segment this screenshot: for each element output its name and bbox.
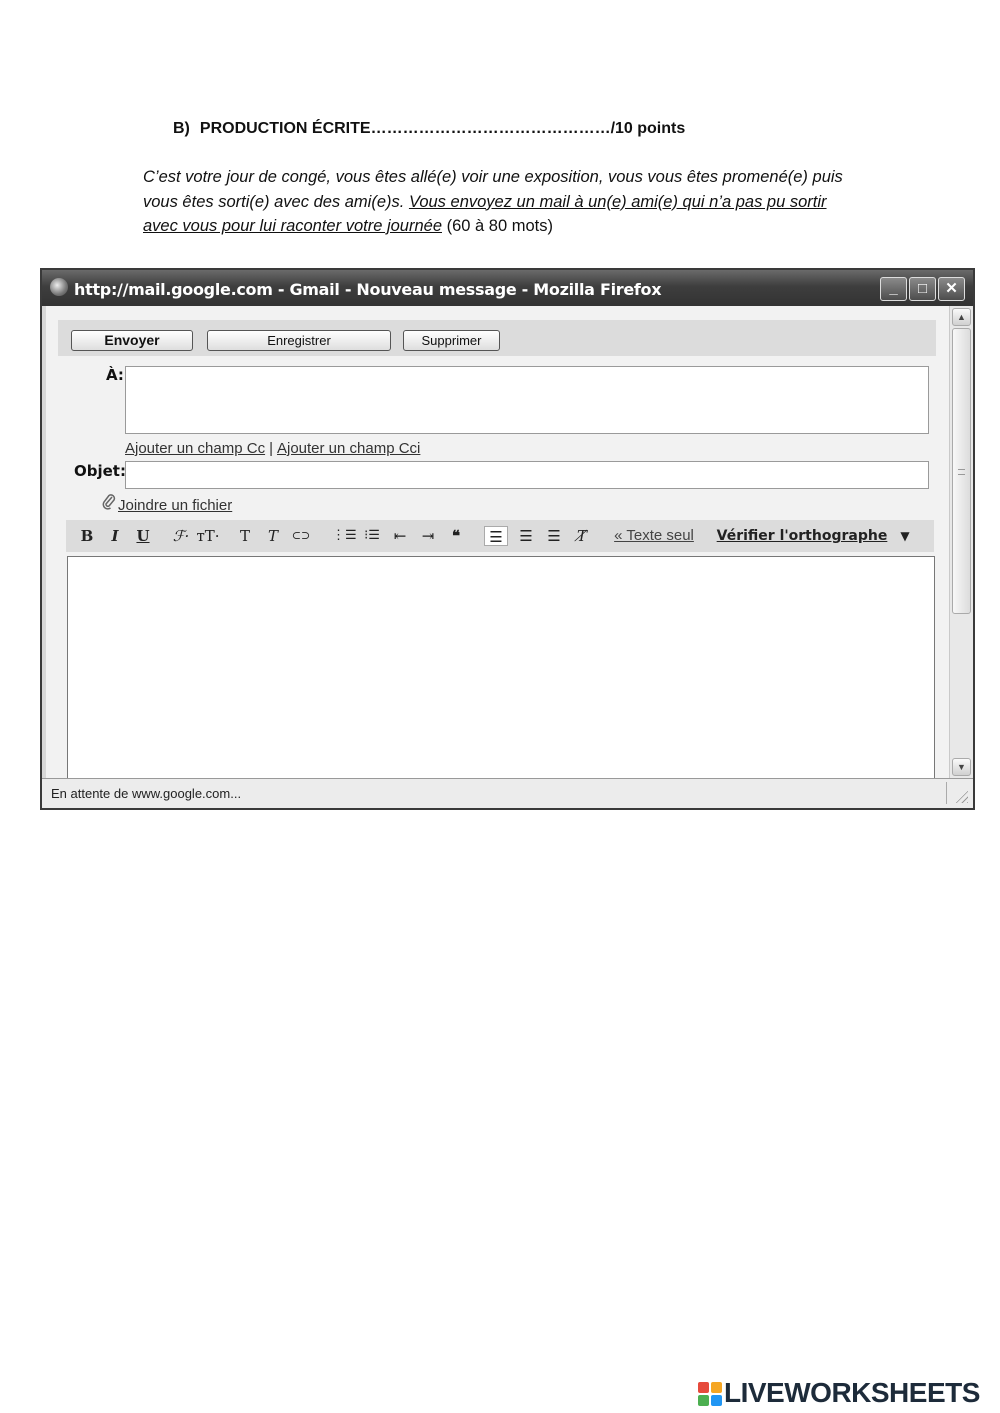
action-bar: Envoyer Enregistrer Supprimer	[58, 320, 936, 356]
minimize-button[interactable]: _	[880, 277, 907, 301]
formatting-toolbar: B I U ℱ· тT· T T ⊂⊃ ⋮☰ ⁝☰ ⇤ ⇥ ❝ ☰ ☰ ☰ T̸…	[66, 520, 934, 552]
to-label: À:	[106, 366, 124, 384]
quote-icon[interactable]: ❝	[444, 526, 468, 546]
italic-icon[interactable]: I	[106, 526, 124, 546]
section-title: PRODUCTION ÉCRITE………………………………………/10 poin…	[199, 120, 686, 137]
outdent-icon[interactable]: ⇤	[388, 526, 412, 546]
section-number: B)	[173, 120, 190, 137]
underline-icon[interactable]: U	[134, 526, 152, 546]
numbered-list-icon[interactable]: ⋮☰	[332, 526, 357, 546]
attach-file-link[interactable]: Joindre un fichier	[118, 497, 232, 514]
subject-field[interactable]	[125, 461, 929, 489]
align-left-icon[interactable]: ☰	[484, 526, 508, 546]
paperclip-icon	[102, 494, 116, 515]
spell-check-link[interactable]: Vérifier l'orthographe	[712, 526, 892, 546]
grip-icon	[958, 469, 965, 475]
bold-icon[interactable]: B	[78, 526, 96, 546]
attach-row: Joindre un fichier	[102, 494, 232, 515]
message-body[interactable]	[67, 556, 935, 778]
prompt-word-count: (60 à 80 mots)	[442, 217, 553, 235]
save-draft-button[interactable]: Enregistrer	[207, 330, 391, 351]
bullet-list-icon[interactable]: ⁝☰	[360, 526, 384, 546]
add-cc-link[interactable]: Ajouter un champ Cc	[125, 440, 265, 457]
indent-icon[interactable]: ⇥	[416, 526, 440, 546]
text-color-icon[interactable]: T	[234, 526, 256, 546]
status-divider	[946, 782, 947, 804]
logo-icon	[698, 1382, 722, 1406]
send-button[interactable]: Envoyer	[71, 330, 193, 351]
cc-separator: |	[269, 440, 273, 457]
title-bar[interactable]: http://mail.google.com - Gmail - Nouveau…	[42, 270, 973, 306]
window-title: http://mail.google.com - Gmail - Nouveau…	[74, 280, 662, 299]
subject-label: Objet:	[74, 462, 126, 480]
discard-button[interactable]: Supprimer	[403, 330, 500, 351]
plain-text-link[interactable]: « Texte seul	[606, 526, 702, 546]
logo-text: LIVEWORKSHEETS	[724, 1377, 980, 1408]
chevron-down-icon[interactable]: ▼	[896, 526, 914, 546]
scroll-thumb[interactable]	[952, 328, 971, 614]
cc-links: Ajouter un champ Cc | Ajouter un champ Cci	[125, 440, 420, 457]
font-size-icon[interactable]: тT·	[194, 526, 222, 546]
close-button[interactable]: ✕	[938, 277, 965, 301]
align-center-icon[interactable]: ☰	[514, 526, 538, 546]
scroll-down-icon[interactable]: ▼	[952, 758, 971, 776]
status-bar: En attente de www.google.com...	[42, 778, 973, 808]
browser-window: http://mail.google.com - Gmail - Nouveau…	[40, 268, 975, 810]
scroll-up-icon[interactable]: ▲	[952, 308, 971, 326]
section-heading: B) PRODUCTION ÉCRITE………………………………………/10 po…	[173, 120, 685, 138]
to-field[interactable]	[125, 366, 929, 434]
add-bcc-link[interactable]: Ajouter un champ Cci	[277, 440, 420, 457]
vertical-scrollbar[interactable]: ▲ ▼	[949, 306, 973, 778]
remove-format-icon[interactable]: T̸	[570, 526, 594, 546]
link-icon[interactable]: ⊂⊃	[288, 526, 314, 546]
highlight-icon[interactable]: T	[262, 526, 284, 546]
compose-area: Envoyer Enregistrer Supprimer À: Ajouter…	[46, 306, 949, 778]
align-right-icon[interactable]: ☰	[542, 526, 566, 546]
font-icon[interactable]: ℱ·	[168, 526, 194, 546]
firefox-icon	[50, 278, 68, 296]
status-text: En attente de www.google.com...	[51, 786, 242, 801]
maximize-button[interactable]: □	[909, 277, 936, 301]
resize-grip-icon[interactable]	[954, 789, 968, 803]
writing-prompt: C’est votre jour de congé, vous êtes all…	[143, 165, 843, 239]
